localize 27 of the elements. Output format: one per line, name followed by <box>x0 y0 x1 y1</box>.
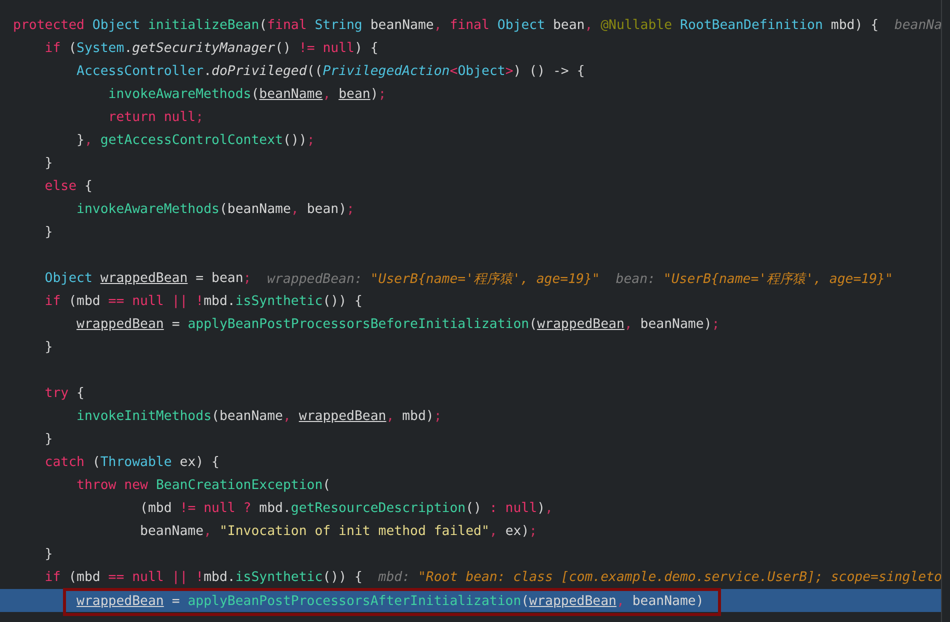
code-line: } <box>44 340 53 355</box>
code-line: } <box>44 225 53 240</box>
code-line: if (mbd == null || !mbd.isSynthetic()) { <box>44 294 362 309</box>
code-line: Object wrappedBean = bean; <box>44 271 252 286</box>
code-line: throw new BeanCreationException( <box>76 478 331 493</box>
code-line: wrappedBean = applyBeanPostProcessorsBeforeInitialization(wrappedBean, beanName); <box>76 317 720 332</box>
code-line: else { <box>44 179 92 194</box>
code-line: } <box>44 547 53 562</box>
code-line: } <box>44 432 53 447</box>
code-line: return null; <box>108 110 204 125</box>
debug-value-hint: mbd: "Root bean: class [com.example.demo.service.UserB]; scope=singleto <box>378 570 941 585</box>
debug-value-hint: bean: "UserB{name='程序猿', age=19}" <box>616 270 893 288</box>
debug-value-hint: beanNa <box>894 18 941 33</box>
code-line: catch (Throwable ex) { <box>44 455 220 470</box>
code-line: invokeAwareMethods(beanName, bean); <box>76 202 354 217</box>
code-line: invokeAwareMethods(beanName, bean); <box>108 87 386 102</box>
code-line: try { <box>44 386 84 401</box>
code-line: if (mbd == null || !mbd.isSynthetic()) { <box>44 570 362 585</box>
code-line: protected Object initializeBean(final String beanName, final Object bean, @Nullable RootBeanDefinition mbd) { <box>13 18 879 33</box>
code-line: }, getAccessControlContext()); <box>76 133 315 148</box>
code-line: AccessController.doPrivileged((PrivilegedAction<Object>) () -> { <box>76 64 585 79</box>
debug-value-hint: wrappedBean: "UserB{name='程序猿', age=19}" <box>267 270 600 288</box>
code-line: invokeInitMethods(beanName, wrappedBean, mbd); <box>76 409 442 424</box>
code-line: beanName, "Invocation of init method failed", ex); <box>140 524 538 539</box>
code-line: (mbd != null ? mbd.getResourceDescription() : null), <box>140 501 553 516</box>
code-line: if (System.getSecurityManager() != null) { <box>44 41 378 56</box>
code-line: } <box>44 156 53 171</box>
